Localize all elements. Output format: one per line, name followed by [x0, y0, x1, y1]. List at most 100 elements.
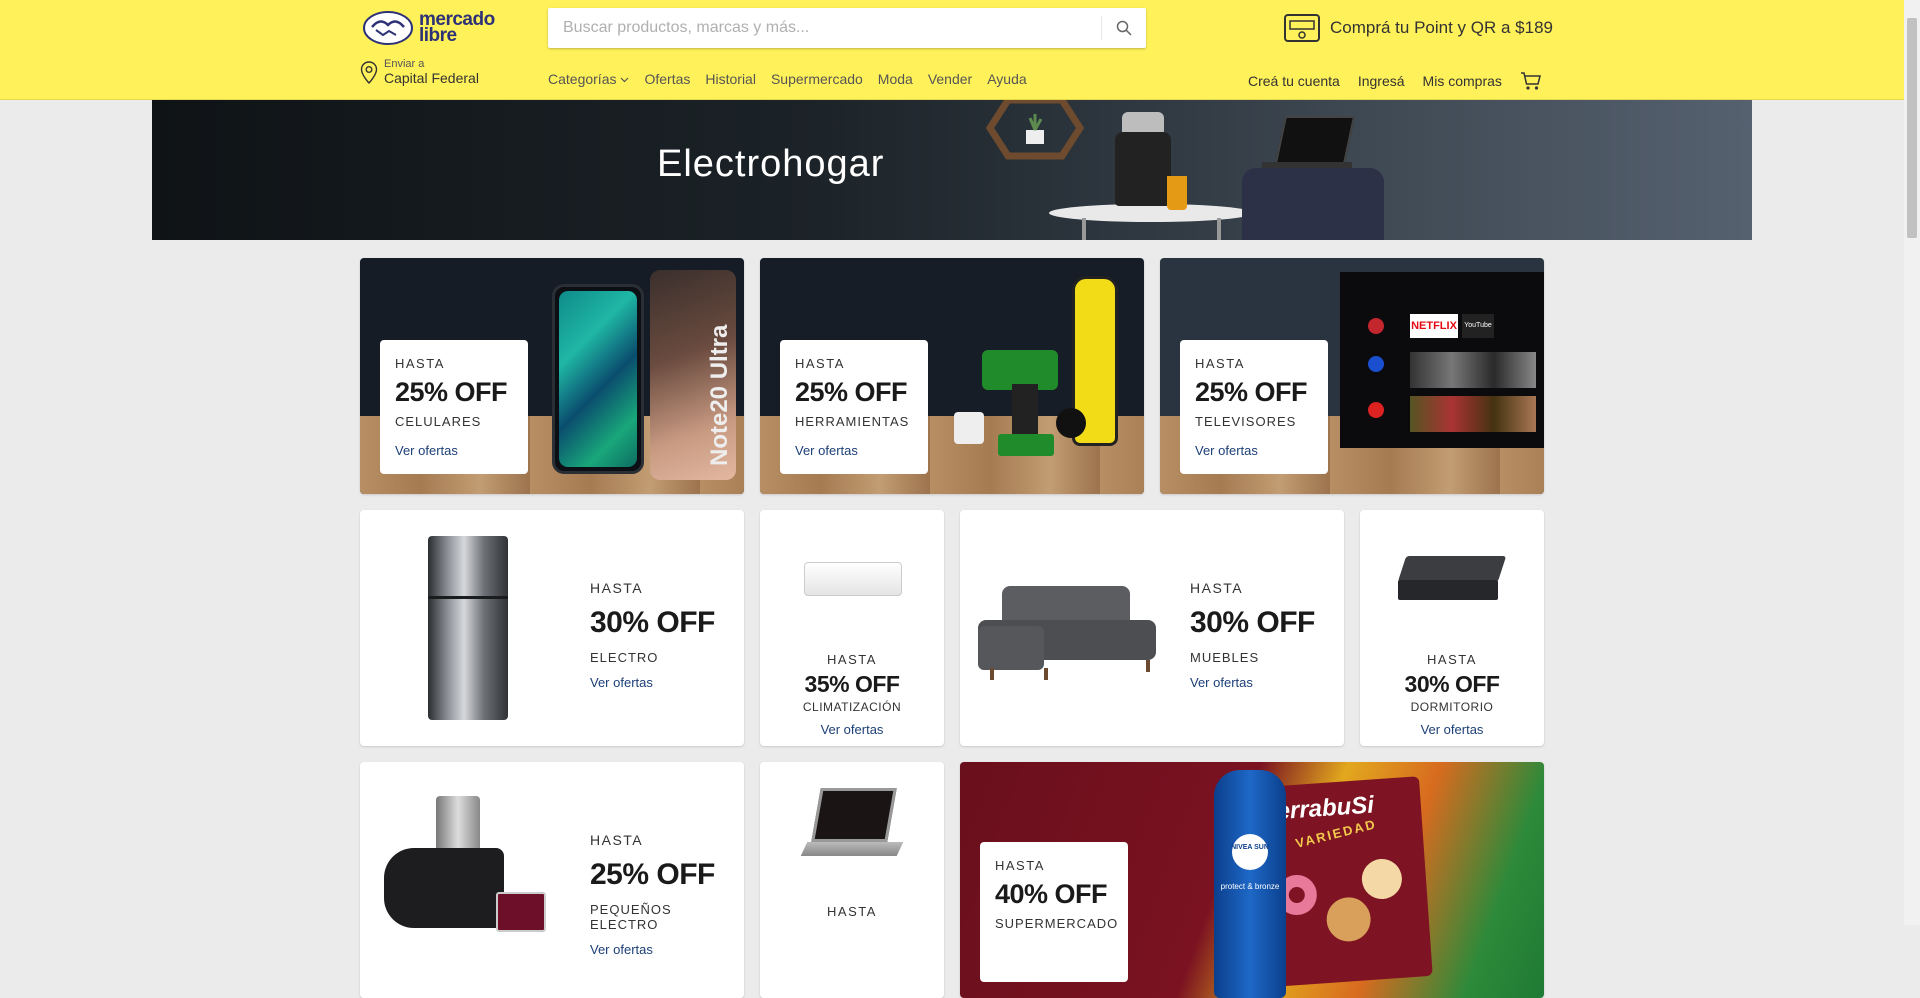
offer-text: HASTA 25% OFF PEQUEÑOS ELECTRO Ver ofert… — [590, 832, 744, 957]
offer-hasta: HASTA — [827, 652, 877, 667]
mercadolibre-logo[interactable]: mercado libre — [363, 10, 499, 46]
cookie — [1325, 895, 1373, 943]
promo-card-electro[interactable]: HASTA 30% OFF ELECTRO Ver ofertas — [360, 510, 744, 746]
offer-category: HERRAMIENTAS — [795, 414, 910, 429]
create-account-link[interactable]: Creá tu cuenta — [1248, 73, 1340, 89]
nivea-logo — [1232, 834, 1268, 870]
scrollbar-thumb[interactable] — [1907, 18, 1917, 238]
offer-text: HASTA 30% OFF MUEBLES Ver ofertas — [1190, 580, 1315, 690]
tv-app-icon — [1368, 356, 1384, 372]
phone-front — [552, 284, 644, 474]
sofa-leg — [990, 668, 994, 680]
juicer-body — [384, 848, 504, 928]
nav-categorias[interactable]: Categorías — [548, 71, 629, 87]
mattress-top — [1397, 556, 1507, 582]
juicer-chute — [436, 796, 480, 852]
nav-categorias-label: Categorías — [548, 71, 617, 87]
ver-ofertas-link[interactable]: Ver ofertas — [1195, 443, 1313, 458]
offer-hasta: HASTA — [795, 356, 845, 371]
hexagon-shelf-icon — [985, 100, 1085, 160]
juice-glass — [1167, 176, 1187, 210]
ver-ofertas-link[interactable]: Ver ofertas — [1360, 722, 1544, 737]
offer-text: HASTA — [760, 904, 944, 919]
nav-ofertas[interactable]: Ofertas — [644, 71, 690, 87]
fridge-split — [428, 596, 508, 599]
drill-battery — [998, 434, 1054, 456]
offer-category: TELEVISORES — [1195, 414, 1297, 429]
point-device-icon — [1284, 14, 1320, 42]
sofa-leg — [1146, 660, 1150, 672]
promo-card-muebles[interactable]: HASTA 30% OFF MUEBLES Ver ofertas — [960, 510, 1344, 746]
phone-screen — [559, 291, 637, 467]
offer-hasta: HASTA — [395, 356, 445, 371]
cart-icon — [1520, 72, 1541, 90]
offer-hasta: HASTA — [590, 832, 644, 848]
hero-banner: Electrohogar — [152, 100, 1752, 240]
offer-text: HASTA 35% OFF CLIMATIZACIÓN Ver ofertas — [760, 652, 944, 737]
nav-moda[interactable]: Moda — [878, 71, 913, 87]
point-promo-link[interactable]: Comprá tu Point y QR a $189 — [1284, 12, 1553, 44]
promo-card-climatizacion[interactable]: HASTA 35% OFF CLIMATIZACIÓN Ver ofertas — [760, 510, 944, 746]
offer-category: PEQUEÑOS ELECTRO — [590, 902, 672, 932]
offer-percent: 40% OFF — [995, 879, 1108, 909]
cookie — [1360, 857, 1404, 901]
netflix-tile: NETFLIX — [1410, 314, 1458, 338]
laptop-image — [1274, 116, 1356, 164]
fridge-image — [428, 536, 508, 720]
sofa-chaise — [978, 626, 1044, 670]
nav-historial[interactable]: Historial — [705, 71, 756, 87]
hero-title: Electrohogar — [657, 143, 885, 185]
promo-card-computacion[interactable]: HASTA — [760, 762, 944, 998]
offer-text: HASTA 30% OFF DORMITORIO Ver ofertas — [1360, 652, 1544, 737]
search-button[interactable] — [1102, 8, 1146, 48]
ottoman — [1242, 168, 1384, 240]
chevron-down-icon — [621, 77, 629, 83]
sunscreen-brand-text: NIVEA SUN — [1231, 844, 1269, 851]
my-purchases-link[interactable]: Mis compras — [1423, 73, 1502, 89]
shipping-location[interactable]: Enviar a Capital Federal — [360, 58, 479, 88]
tv-thumbnails — [1410, 396, 1536, 432]
air-conditioner-image — [804, 562, 902, 596]
nav-ayuda[interactable]: Ayuda — [987, 71, 1026, 87]
offer-percent: 30% OFF — [1190, 606, 1315, 639]
ver-ofertas-link[interactable]: Ver ofertas — [1190, 675, 1315, 690]
ver-ofertas-link[interactable]: Ver ofertas — [760, 722, 944, 737]
ver-ofertas-link[interactable]: Ver ofertas — [590, 942, 744, 957]
search-input[interactable] — [548, 8, 1100, 48]
promo-card-celulares[interactable]: Note20 Ultra HASTA 25% OFF CELULARES Ver… — [360, 258, 744, 494]
laptop-base — [1262, 162, 1352, 168]
location-label: Enviar a — [384, 58, 425, 70]
search-icon — [1116, 20, 1132, 36]
table-leg — [1082, 218, 1086, 240]
logo-word-2: libre — [419, 25, 457, 46]
promo-text: Comprá tu Point y QR a $189 — [1330, 18, 1554, 37]
offer-hasta: HASTA — [590, 580, 644, 596]
sofa-leg — [1044, 668, 1048, 680]
ver-ofertas-link[interactable]: Ver ofertas — [395, 443, 513, 458]
promo-card-dormitorio[interactable]: HASTA 30% OFF DORMITORIO Ver ofertas — [1360, 510, 1544, 746]
offer-text: HASTA 30% OFF ELECTRO Ver ofertas — [590, 580, 715, 690]
laptop-keyboard — [800, 842, 904, 856]
cart-button[interactable] — [1520, 71, 1542, 91]
nav-supermercado[interactable]: Supermercado — [771, 71, 863, 87]
location-value: Capital Federal — [384, 70, 479, 86]
page-scrollbar[interactable] — [1904, 0, 1920, 925]
offer-category: SUPERMERCADO — [995, 916, 1119, 931]
promo-card-televisores[interactable]: NETFLIX YouTube HASTA 25% OFF TELEVISORE… — [1160, 258, 1544, 494]
table-leg — [1217, 218, 1221, 240]
login-link[interactable]: Ingresá — [1358, 73, 1405, 89]
offer-percent: 30% OFF — [590, 606, 715, 639]
location-pin-icon — [360, 61, 378, 85]
search-bar — [548, 8, 1146, 48]
nav-vender[interactable]: Vender — [928, 71, 972, 87]
offer-label: HASTA 25% OFF TELEVISORES Ver ofertas — [1180, 340, 1328, 474]
main-nav: Categorías Ofertas Historial Supermercad… — [548, 71, 1027, 87]
netflix-text: NETFLIX — [1411, 320, 1457, 332]
youtube-tile: YouTube — [1462, 314, 1494, 338]
ver-ofertas-link[interactable]: Ver ofertas — [590, 675, 715, 690]
ver-ofertas-link[interactable]: Ver ofertas — [795, 443, 913, 458]
promo-card-pequenos-electro[interactable]: HASTA 25% OFF PEQUEÑOS ELECTRO Ver ofert… — [360, 762, 744, 998]
juicer-image — [1115, 132, 1171, 206]
promo-card-herramientas[interactable]: HASTA 25% OFF HERRAMIENTAS Ver ofertas — [760, 258, 1144, 494]
promo-card-supermercado[interactable]: TerrabuSi VARIEDAD NIVEA SUN protect & b… — [960, 762, 1544, 998]
